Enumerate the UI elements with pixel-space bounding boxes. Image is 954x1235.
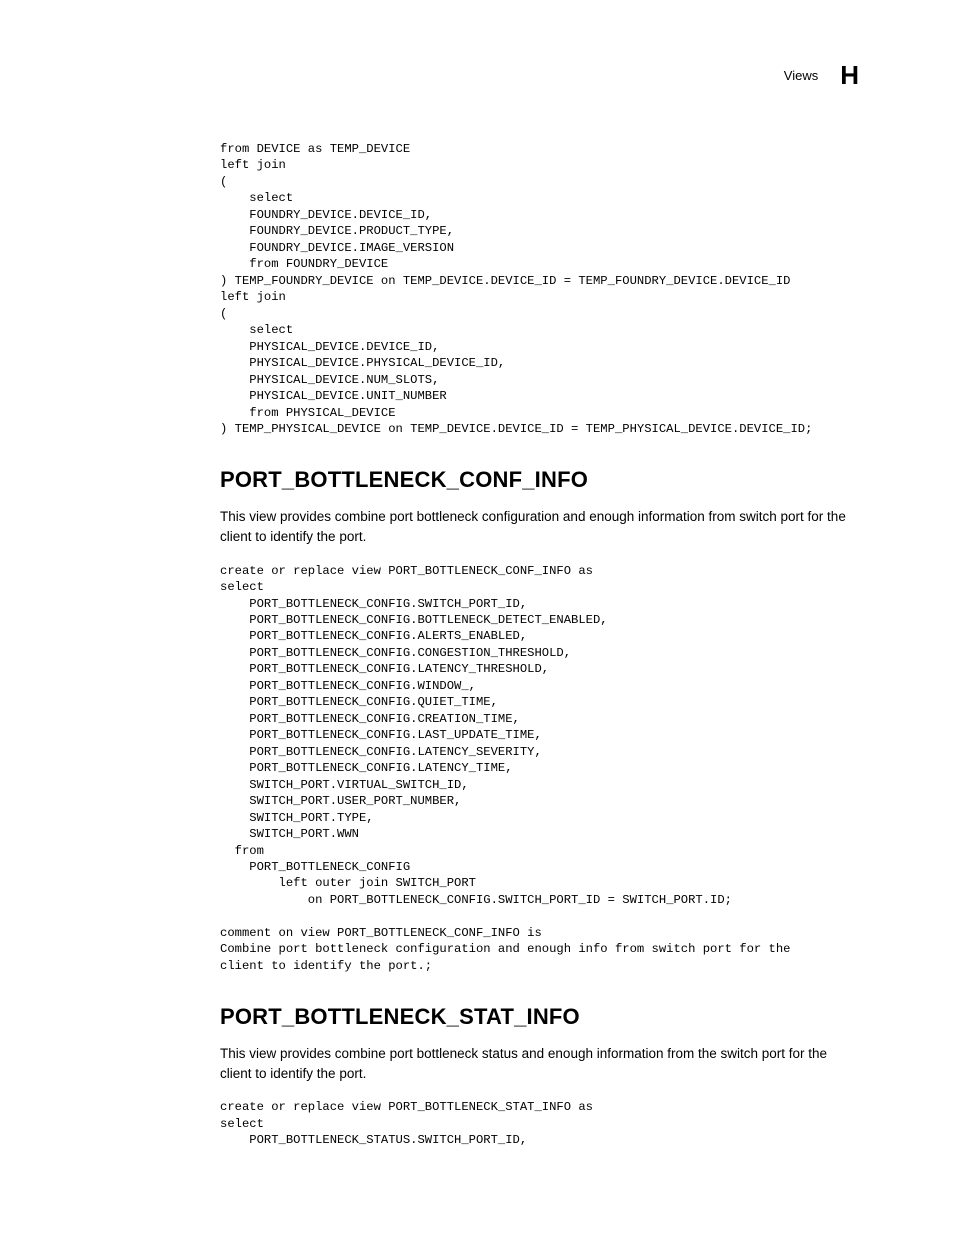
code-block-stat-info: create or replace view PORT_BOTTLENECK_S… [220,1099,859,1148]
code-block-top: from DEVICE as TEMP_DEVICE left join ( s… [220,141,859,437]
code-block-conf-info: create or replace view PORT_BOTTLENECK_C… [220,563,859,975]
section-desc-stat-info: This view provides combine port bottlene… [220,1044,859,1083]
page-header: Views H [95,60,859,91]
header-label: Views [784,68,818,83]
section-heading-conf-info: PORT_BOTTLENECK_CONF_INFO [220,467,859,493]
content-area: from DEVICE as TEMP_DEVICE left join ( s… [95,141,859,1149]
section-heading-stat-info: PORT_BOTTLENECK_STAT_INFO [220,1004,859,1030]
page: Views H from DEVICE as TEMP_DEVICE left … [0,0,954,1235]
header-letter: H [840,60,859,91]
section-desc-conf-info: This view provides combine port bottlene… [220,507,859,546]
